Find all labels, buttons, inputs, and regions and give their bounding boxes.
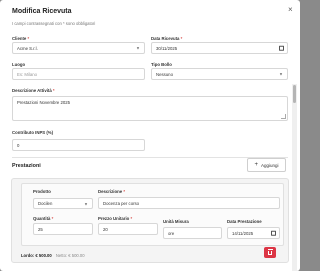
tipo-bollo-label: Tipo Bollo	[151, 62, 172, 67]
scrollbar-track[interactable]	[292, 84, 297, 271]
resize-grip-icon[interactable]	[281, 114, 286, 119]
quantita-label: Quantità *	[33, 216, 54, 221]
luogo-label: Luogo	[12, 62, 26, 67]
chevron-down-icon: ▼	[279, 71, 283, 77]
descrizione-input[interactable]: Docenza per corso	[98, 197, 280, 209]
unita-misura-value: ore	[168, 230, 175, 236]
prezzo-unitario-input[interactable]: 20	[98, 223, 158, 235]
prestazioni-title: Prestazioni	[12, 163, 41, 169]
quantita-input[interactable]: 25	[33, 223, 93, 235]
chevron-down-icon: ▼	[136, 45, 140, 51]
descrizione-attivita-value: Prestazioni Novembre 2025	[17, 100, 71, 105]
prezzo-unitario-label: Prezzo Unitario *	[98, 216, 133, 221]
calendar-icon[interactable]	[271, 230, 276, 236]
prodotto-value: Docilen	[38, 201, 53, 206]
prestazione-fields: Prodotto Docilen ▼ Descrizione * Docenza…	[21, 183, 284, 246]
descrizione-attivita-textarea[interactable]: Prestazioni Novembre 2025	[12, 96, 288, 121]
cliente-label: Cliente *	[12, 36, 30, 41]
luogo-placeholder: Es: Milano	[17, 71, 38, 77]
lordo-total: Lordo: € 500.00	[21, 253, 52, 258]
required-fields-note: I campi contrassegnati con * sono obblig…	[12, 21, 96, 26]
data-ricevuta-input[interactable]: 30/11/2025	[151, 42, 288, 54]
trash-icon	[267, 249, 274, 256]
netto-total: Netto: € 500.00	[55, 253, 85, 258]
quantita-value: 25	[38, 226, 43, 232]
contributo-inps-input[interactable]: 0	[12, 139, 145, 151]
unita-misura-input[interactable]: ore	[163, 227, 222, 239]
cliente-value: Acme S.r.l.	[17, 45, 38, 51]
modal-title: Modifica Ricevuta	[12, 8, 72, 15]
contributo-inps-label: Contributo INPS (%)	[12, 130, 54, 135]
close-icon[interactable]: ×	[288, 6, 293, 14]
delete-prestazione-button[interactable]	[264, 247, 276, 258]
edit-receipt-modal: Modifica Ricevuta × I campi contrassegna…	[0, 0, 300, 271]
unita-misura-label: Unità Misura	[163, 219, 189, 224]
data-prestazione-label: Data Prestazione	[227, 219, 262, 224]
luogo-input[interactable]: Es: Milano	[12, 68, 145, 80]
descrizione-value: Docenza per corso	[103, 200, 140, 206]
add-prestazione-button[interactable]: + Aggiungi	[247, 158, 286, 172]
plus-icon: +	[254, 162, 258, 168]
descrizione-label: Descrizione *	[98, 189, 126, 194]
data-ricevuta-value: 30/11/2025	[156, 45, 178, 51]
prodotto-select[interactable]: Docilen ▼	[33, 198, 93, 209]
scrollbar-thumb[interactable]	[293, 85, 296, 103]
data-ricevuta-label: Data Ricevuta *	[151, 36, 183, 41]
prestazione-totals: Lordo: € 500.00 Netto: € 500.00	[21, 253, 85, 258]
prezzo-unitario-value: 20	[103, 226, 108, 232]
calendar-icon[interactable]	[279, 45, 284, 51]
tipo-bollo-select[interactable]: Nessuno ▼	[151, 68, 288, 80]
prodotto-label: Prodotto	[33, 189, 51, 194]
tipo-bollo-value: Nessuno	[156, 71, 173, 77]
prestazione-card: Prodotto Docilen ▼ Descrizione * Docenza…	[11, 178, 289, 263]
cliente-select[interactable]: Acme S.r.l. ▼	[12, 42, 145, 54]
add-button-label: Aggiungi	[261, 162, 279, 168]
data-prestazione-value: 14/11/2025	[232, 230, 254, 236]
descrizione-attivita-label: Descrizione Attività *	[12, 88, 55, 93]
data-prestazione-input[interactable]: 14/11/2025	[227, 227, 280, 239]
chevron-down-icon: ▼	[84, 201, 88, 206]
contributo-inps-value: 0	[17, 142, 20, 148]
